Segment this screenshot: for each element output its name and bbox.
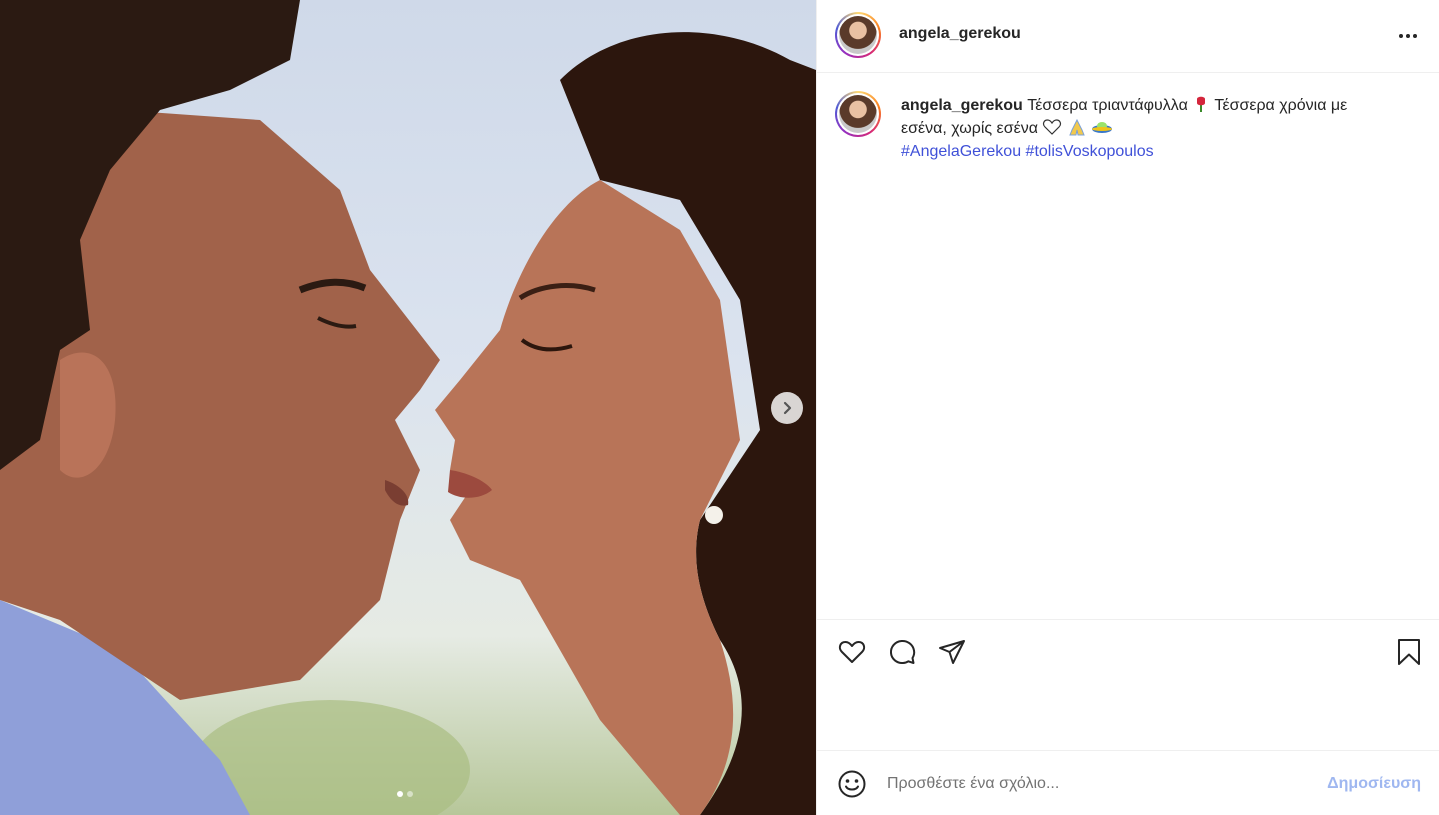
- carousel-next-button[interactable]: [771, 392, 803, 424]
- caption-line-1: Τέσσερα τριαντάφυλλα: [1027, 97, 1188, 114]
- author-avatar[interactable]: [835, 12, 881, 58]
- post-details-panel: angela_gerekou angela_gerekou Τέσσερα τρ…: [816, 0, 1439, 815]
- bookmark-icon: [1398, 639, 1420, 665]
- comment-input[interactable]: [887, 770, 1307, 798]
- hashtag-link[interactable]: #AngelaGerekou: [901, 143, 1021, 160]
- more-options-icon[interactable]: [1395, 24, 1421, 48]
- emoji-picker-button[interactable]: [837, 769, 867, 799]
- share-button[interactable]: [937, 637, 969, 669]
- caption-text: angela_gerekou Τέσσερα τριαντάφυλλα Τέσσ…: [901, 94, 1411, 163]
- like-button[interactable]: [837, 637, 869, 669]
- post-header: angela_gerekou: [817, 0, 1439, 73]
- carousel-dot: [407, 791, 413, 797]
- author-username[interactable]: angela_gerekou: [899, 25, 1021, 43]
- post-image[interactable]: [0, 0, 816, 815]
- chevron-right-icon: [783, 401, 792, 415]
- hashtag-link[interactable]: #tolisVoskopoulos: [1026, 143, 1154, 160]
- flying-saucer-emoji: [1092, 122, 1113, 133]
- carousel-dot-active: [397, 791, 403, 797]
- caption-section: angela_gerekou Τέσσερα τριαντάφυλλα Τέσσ…: [817, 74, 1439, 619]
- caption-author-avatar[interactable]: [835, 91, 881, 137]
- share-icon: [939, 640, 965, 664]
- smiley-icon: [838, 770, 866, 798]
- comment-bar: Δημοσίευση: [817, 752, 1439, 815]
- caption-username[interactable]: angela_gerekou: [901, 97, 1023, 114]
- white-heart-emoji: [1043, 119, 1062, 135]
- heart-icon: [838, 641, 866, 663]
- comment-button[interactable]: [887, 637, 919, 669]
- action-bar: [817, 619, 1439, 751]
- caption-line-3: εσένα, χωρίς εσένα: [901, 120, 1038, 137]
- carousel-indicator: [397, 791, 413, 797]
- comment-icon: [889, 639, 916, 665]
- save-button[interactable]: [1394, 637, 1426, 669]
- post-comment-button[interactable]: Δημοσίευση: [1327, 775, 1421, 793]
- rose-emoji: [1197, 96, 1206, 112]
- folded-hands-emoji: [1069, 118, 1085, 136]
- caption-line-2: Τέσσερα χρόνια με: [1214, 97, 1348, 114]
- post-photo-illustration: [0, 0, 816, 815]
